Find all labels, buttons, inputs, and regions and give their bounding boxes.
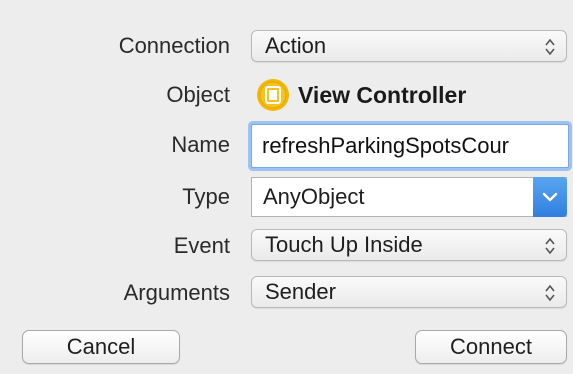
cancel-button[interactable]: Cancel bbox=[22, 330, 180, 364]
type-label: Type bbox=[182, 184, 230, 209]
event-value: Touch Up Inside bbox=[265, 232, 423, 257]
arguments-label: Arguments bbox=[123, 280, 230, 305]
event-popup[interactable]: Touch Up Inside bbox=[251, 229, 567, 261]
connection-dialog: Connection Action Object View Controller… bbox=[0, 0, 573, 374]
connection-popup[interactable]: Action bbox=[251, 30, 567, 62]
arguments-value: Sender bbox=[265, 279, 336, 304]
up-down-chevron-icon bbox=[545, 38, 555, 56]
connection-label: Connection bbox=[118, 33, 230, 58]
up-down-chevron-icon bbox=[545, 237, 555, 255]
type-dropdown-button[interactable] bbox=[533, 177, 567, 217]
name-field[interactable]: refreshParkingSpotsCour bbox=[251, 124, 569, 168]
connection-value: Action bbox=[265, 33, 327, 58]
name-value: refreshParkingSpotsCour bbox=[262, 133, 510, 158]
type-combo-box[interactable]: AnyObject bbox=[251, 177, 567, 217]
object-value: View Controller bbox=[298, 82, 467, 108]
object-label: Object bbox=[166, 82, 230, 107]
type-value: AnyObject bbox=[263, 184, 365, 209]
connect-button[interactable]: Connect bbox=[415, 330, 567, 364]
view-controller-icon bbox=[257, 79, 289, 111]
event-label: Event bbox=[173, 233, 230, 258]
name-label: Name bbox=[171, 132, 230, 157]
chevron-down-icon bbox=[542, 192, 558, 202]
arguments-popup[interactable]: Sender bbox=[251, 276, 567, 308]
up-down-chevron-icon bbox=[545, 284, 555, 302]
